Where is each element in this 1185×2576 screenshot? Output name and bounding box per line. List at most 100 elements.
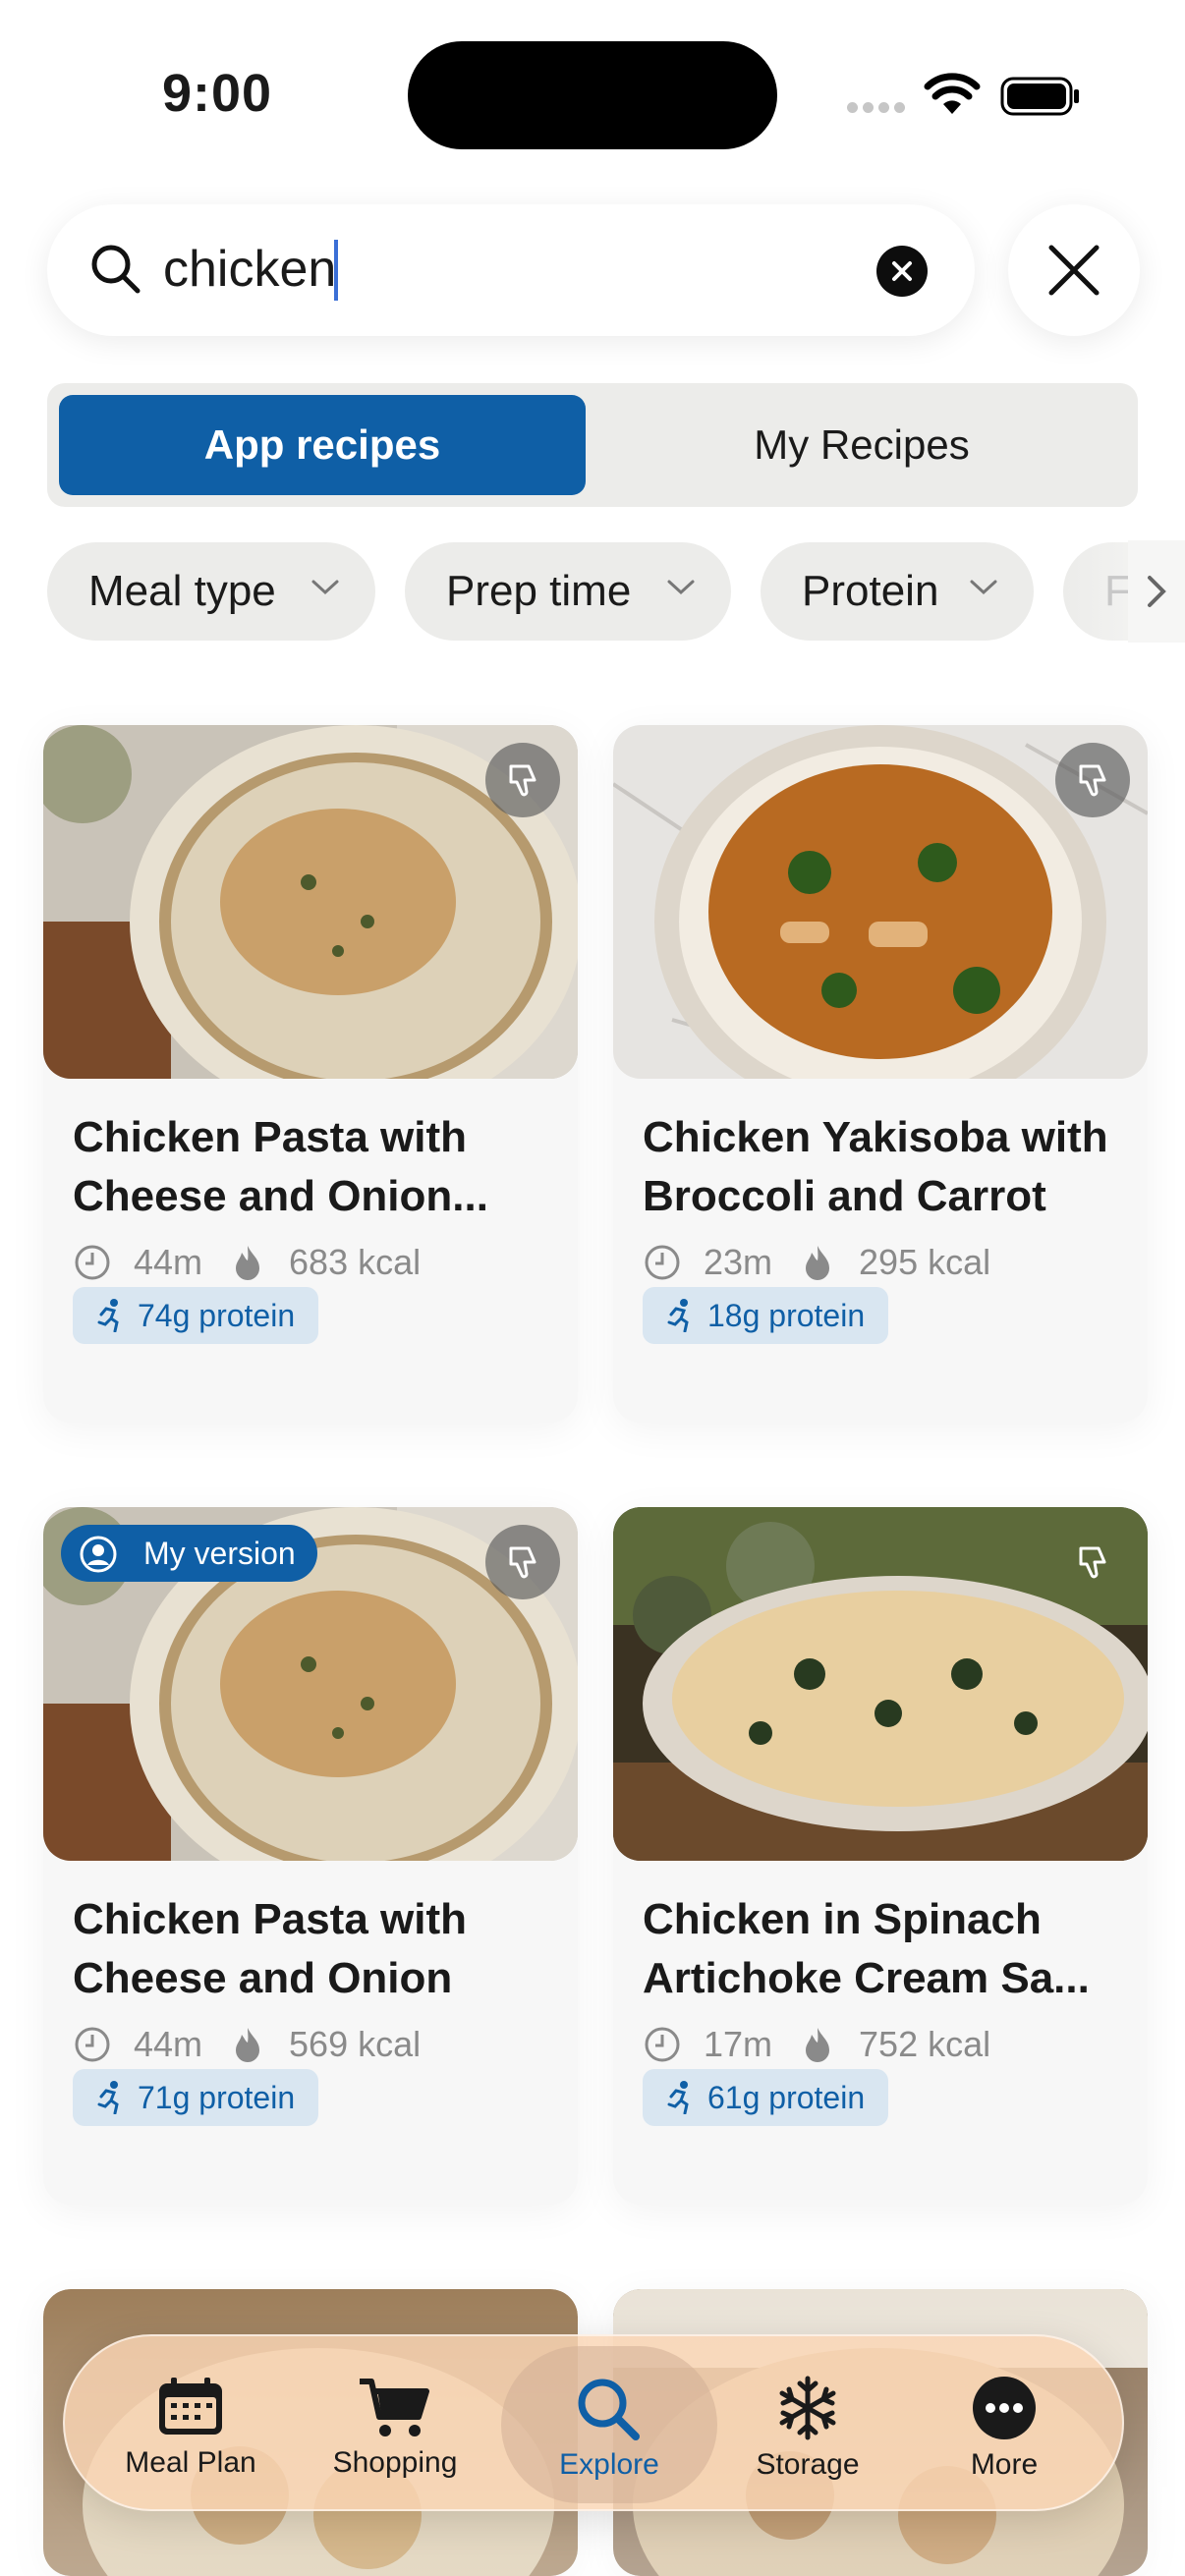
recipe-title-line: Chicken Yakisoba with	[643, 1113, 1108, 1161]
recipe-meta: 17m 752 kcal	[643, 2020, 990, 2069]
recipe-image	[613, 725, 1148, 1079]
protein-badge: 71g protein	[73, 2069, 319, 2126]
my-version-badge: My version	[61, 1525, 317, 1582]
status-bar: 9:00	[0, 0, 1185, 187]
dynamic-island	[408, 41, 777, 149]
chevron-right-icon	[1148, 576, 1166, 607]
dislike-button[interactable]	[1055, 743, 1130, 817]
tab-label: Shopping	[332, 2446, 458, 2479]
tab-label: Storage	[756, 2448, 860, 2481]
clock-icon	[645, 2027, 680, 2062]
more-icon	[973, 2377, 1036, 2439]
tab-label: Meal Plan	[125, 2446, 256, 2479]
running-icon	[667, 2081, 689, 2114]
battery-icon	[1000, 77, 1081, 116]
search-input[interactable]: chicken	[163, 238, 336, 301]
recipe-card[interactable]: Chicken Pasta with Cheese and Onion... 4…	[43, 725, 578, 1423]
thumbs-down-icon	[1079, 764, 1106, 797]
prep-time: 17m	[704, 2024, 773, 2064]
tab-app-recipes[interactable]: App recipes	[59, 395, 586, 495]
thumbs-down-icon	[509, 764, 536, 797]
recipe-title-line: Cheese and Onion...	[73, 1172, 488, 1220]
search-icon	[86, 240, 145, 299]
thumbs-down-icon	[1079, 1546, 1106, 1579]
filter-label: Meal type	[88, 567, 276, 615]
flame-icon	[236, 2028, 260, 2062]
protein-text: 18g protein	[707, 1297, 866, 1333]
protein-text: 74g protein	[138, 1297, 296, 1333]
recipe-card[interactable]: Chicken in Spinach Artichoke Cream Sa...…	[613, 1507, 1148, 2205]
scroll-filters-button[interactable]	[1128, 540, 1185, 643]
filter-prep-time[interactable]: Prep time	[405, 542, 731, 641]
protein-text: 61g protein	[707, 2079, 866, 2115]
clock-icon	[75, 2027, 110, 2062]
calories: 569 kcal	[289, 2024, 422, 2064]
filter-label: F	[1104, 567, 1131, 615]
recipe-card[interactable]: Chicken Yakisoba with Broccoli and Carro…	[613, 725, 1148, 1423]
recipe-title: Chicken in Spinach Artichoke Cream Sa...	[643, 1890, 1124, 2008]
flame-icon	[806, 1246, 830, 1280]
recipe-card[interactable]: My version Chicken Pasta with Cheese and…	[43, 1507, 578, 2205]
recipe-title-line: Chicken in Spinach	[643, 1895, 1042, 1943]
search-icon	[578, 2379, 640, 2440]
recipe-title-line: Chicken Pasta with	[73, 1113, 468, 1161]
recipe-source-segmented-control: App recipes My Recipes	[47, 383, 1138, 507]
cart-icon	[360, 2379, 429, 2436]
wifi-icon	[924, 73, 981, 116]
chevron-down-icon	[970, 580, 997, 595]
protein-badge: 18g protein	[643, 1287, 889, 1344]
recipe-title: Chicken Pasta with Cheese and Onion...	[73, 1108, 554, 1226]
recipe-title: Chicken Yakisoba with Broccoli and Carro…	[643, 1108, 1124, 1226]
recipe-title-line: Artichoke Cream Sa...	[643, 1954, 1090, 2002]
recipe-image	[613, 1507, 1148, 1861]
chevron-down-icon	[667, 580, 695, 595]
tab-label: More	[970, 2448, 1039, 2481]
filter-chips: Meal type Prep time Protein F	[0, 540, 1185, 644]
protein-badge: 61g protein	[643, 2069, 889, 2126]
recipe-title-line: Chicken Pasta with	[73, 1895, 468, 1943]
clock-icon	[75, 1245, 110, 1280]
close-icon	[1048, 245, 1100, 296]
prep-time: 44m	[134, 1242, 203, 1282]
protein-badge: 74g protein	[73, 1287, 319, 1344]
recipe-meta: 44m 569 kcal	[73, 2020, 421, 2069]
calories: 683 kcal	[289, 1242, 422, 1282]
tab-meal-plan[interactable]: Meal Plan	[92, 2336, 289, 2513]
tab-label: Explore	[559, 2448, 659, 2481]
text-caret	[334, 240, 338, 301]
tab-explore[interactable]: Explore	[511, 2336, 707, 2513]
recipe-title: Chicken Pasta with Cheese and Onion	[73, 1890, 554, 2008]
dislike-button[interactable]	[1055, 1525, 1130, 1599]
prep-time: 23m	[704, 1242, 773, 1282]
filter-label: Prep time	[446, 567, 632, 615]
tab-shopping[interactable]: Shopping	[297, 2336, 493, 2513]
chef-icon	[80, 1536, 117, 1573]
calendar-icon	[159, 2378, 222, 2435]
running-icon	[97, 2081, 119, 2114]
status-time: 9:00	[162, 64, 273, 123]
recipe-meta: 44m 683 kcal	[73, 1238, 421, 1287]
thumbs-down-icon	[509, 1546, 536, 1579]
calories: 752 kcal	[859, 2024, 991, 2064]
bottom-tab-bar: Meal Plan Shopping Explore Storage More	[63, 2334, 1124, 2511]
tab-my-recipes[interactable]: My Recipes	[597, 395, 1126, 495]
recipe-image: My version	[43, 1507, 578, 1861]
clear-search-button[interactable]	[876, 246, 928, 297]
filter-meal-type[interactable]: Meal type	[47, 542, 375, 641]
dislike-button[interactable]	[485, 743, 560, 817]
calories: 295 kcal	[859, 1242, 991, 1282]
running-icon	[667, 1299, 689, 1332]
search-bar[interactable]: chicken	[47, 204, 975, 336]
flame-icon	[236, 1246, 260, 1280]
filter-protein[interactable]: Protein	[761, 542, 1034, 641]
tab-more[interactable]: More	[906, 2336, 1102, 2513]
recipe-title-line: Broccoli and Carrot	[643, 1172, 1046, 1220]
clock-icon	[645, 1245, 680, 1280]
close-search-button[interactable]	[1008, 204, 1140, 336]
prep-time: 44m	[134, 2024, 203, 2064]
chevron-down-icon	[311, 580, 339, 595]
recipe-title-line: Cheese and Onion	[73, 1954, 453, 2002]
dislike-button[interactable]	[485, 1525, 560, 1599]
tab-storage[interactable]: Storage	[709, 2336, 906, 2513]
flame-icon	[806, 2028, 830, 2062]
